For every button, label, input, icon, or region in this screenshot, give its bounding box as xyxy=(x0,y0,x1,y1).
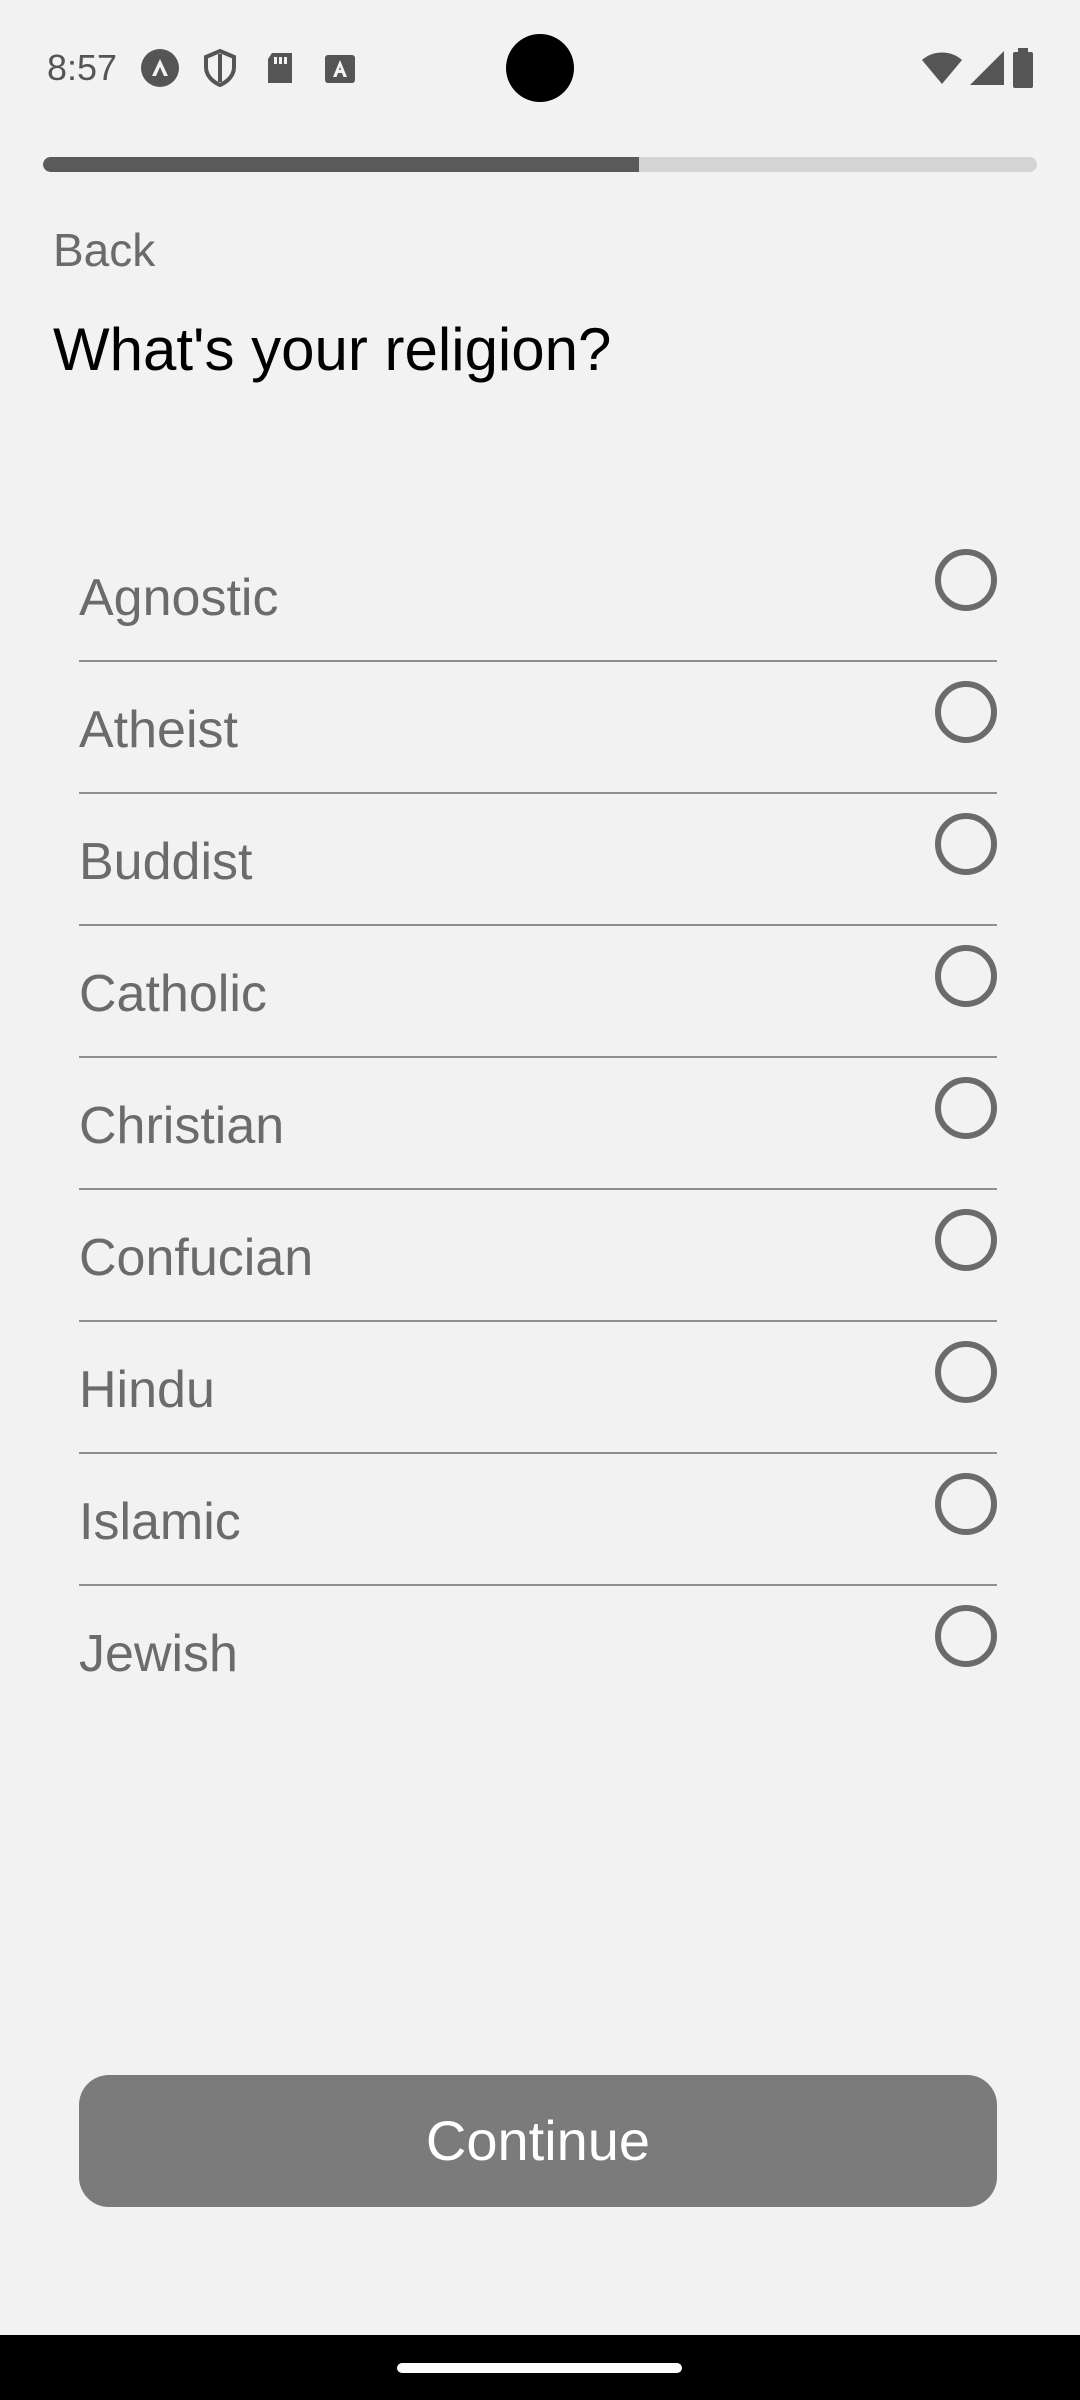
progress-bar xyxy=(43,157,1037,172)
progress-fill xyxy=(43,157,640,172)
home-indicator[interactable] xyxy=(397,2363,682,2373)
religion-options-list: Agnostic Atheist Buddist Catholic Christ… xyxy=(79,530,997,1718)
option-label: Hindu xyxy=(79,1361,215,1419)
radio-button[interactable] xyxy=(935,681,997,743)
option-label: Jewish xyxy=(79,1625,238,1683)
shield-icon xyxy=(200,48,240,88)
option-islamic[interactable]: Islamic xyxy=(79,1454,997,1586)
option-label: Agnostic xyxy=(79,569,279,627)
radio-button[interactable] xyxy=(935,813,997,875)
radio-button[interactable] xyxy=(935,1473,997,1535)
option-label: Buddist xyxy=(79,833,253,891)
option-label: Islamic xyxy=(79,1493,241,1551)
back-link[interactable]: Back xyxy=(53,222,155,278)
option-agnostic[interactable]: Agnostic xyxy=(79,530,997,662)
signal-icon xyxy=(969,50,1005,91)
status-icons-right xyxy=(921,48,1035,93)
option-buddist[interactable]: Buddist xyxy=(79,794,997,926)
option-confucian[interactable]: Confucian xyxy=(79,1190,997,1322)
option-christian[interactable]: Christian xyxy=(79,1058,997,1190)
option-jewish[interactable]: Jewish xyxy=(79,1586,997,1718)
sd-card-icon xyxy=(260,48,300,88)
text-a-icon xyxy=(320,48,360,88)
continue-button[interactable]: Continue xyxy=(79,2075,997,2207)
radio-button[interactable] xyxy=(935,549,997,611)
page-title: What's your religion? xyxy=(53,316,612,383)
radio-button[interactable] xyxy=(935,945,997,1007)
status-bar: 8:57 xyxy=(0,0,1080,136)
radio-button[interactable] xyxy=(935,1209,997,1271)
option-label: Christian xyxy=(79,1097,285,1155)
screen: 8:57 Back What's your religion? Agnostic… xyxy=(0,0,1080,2400)
system-nav-bar xyxy=(0,2335,1080,2400)
status-time: 8:57 xyxy=(47,47,118,88)
option-hindu[interactable]: Hindu xyxy=(79,1322,997,1454)
radio-button[interactable] xyxy=(935,1077,997,1139)
radio-button[interactable] xyxy=(935,1605,997,1667)
radio-button[interactable] xyxy=(935,1341,997,1403)
battery-icon xyxy=(1011,48,1035,93)
option-label: Catholic xyxy=(79,965,267,1023)
wifi-icon xyxy=(921,50,963,91)
camera-cutout xyxy=(506,34,574,102)
option-label: Confucian xyxy=(79,1229,314,1287)
option-catholic[interactable]: Catholic xyxy=(79,926,997,1058)
option-atheist[interactable]: Atheist xyxy=(79,662,997,794)
status-icons-left xyxy=(140,48,360,88)
option-label: Atheist xyxy=(79,701,238,759)
app-a-icon xyxy=(140,48,180,88)
